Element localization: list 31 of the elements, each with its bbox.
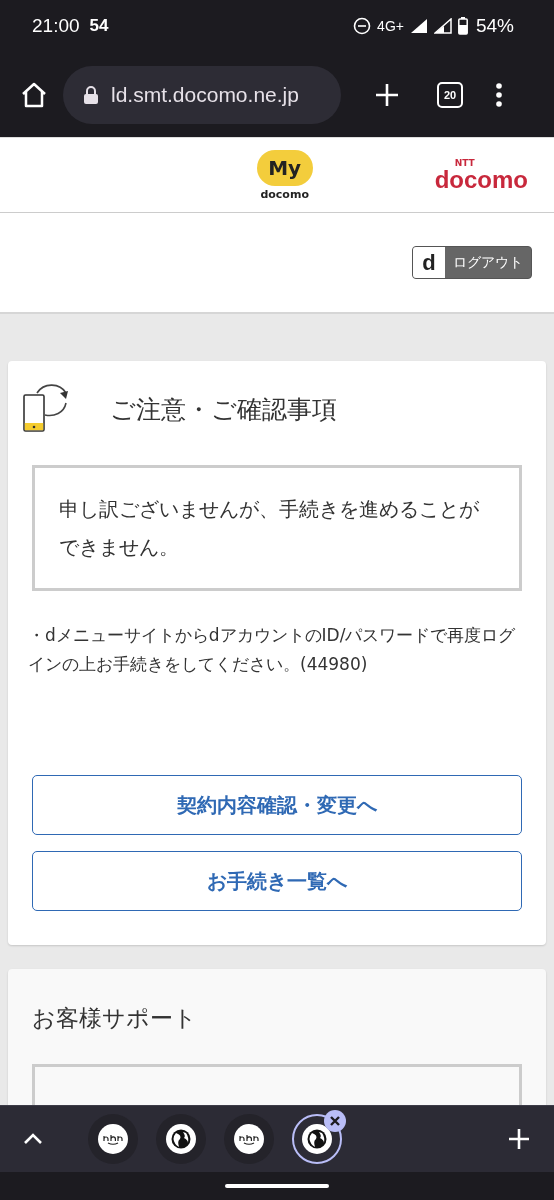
tab-switcher-button[interactable]: 20 [437,81,463,108]
tab-thumbnail[interactable] [156,1114,206,1164]
globe-icon [306,1128,328,1150]
site-logo-icon [102,1133,124,1145]
logout-button[interactable]: d ログアウト [412,246,532,279]
instruction-text: ・dメニューサイトからdアカウントのID/パスワードで再度ログインの上お手続きをしてください。(44980) [28,624,517,676]
docomo-logo[interactable]: NTT docomo [434,158,528,192]
tab-thumbnail[interactable] [88,1114,138,1164]
status-time: 21:00 [32,15,80,37]
error-message: 申し訳ございませんが、手続きを進めることができません。 [59,496,480,561]
tab-thumbnail[interactable] [224,1114,274,1164]
address-bar[interactable]: ld.smt.docomo.ne.jp [63,65,341,124]
signal-icon [433,18,452,34]
lock-icon [83,84,99,105]
network-type: 4G+ [377,18,404,34]
close-icon[interactable] [324,1110,346,1132]
signal-icon [409,18,428,34]
menu-icon[interactable] [495,81,503,108]
new-tab-icon[interactable] [506,1126,532,1152]
site-logo-icon [238,1133,260,1145]
battery-icon [457,17,468,35]
do-not-disturb-icon [353,17,372,35]
navigation-button[interactable]: お手続き一覧へ [32,851,522,911]
status-notification-count: 54 [89,16,109,36]
expand-icon[interactable] [22,1132,44,1146]
globe-icon [170,1128,192,1150]
navigation-button[interactable]: 契約内容確認・変更へ [32,775,522,835]
support-title: お客様サポート [32,1004,198,1033]
notice-title: ご注意・ご確認事項 [110,393,337,426]
battery-level: 54% [475,15,514,37]
gesture-handle[interactable] [225,1184,329,1188]
